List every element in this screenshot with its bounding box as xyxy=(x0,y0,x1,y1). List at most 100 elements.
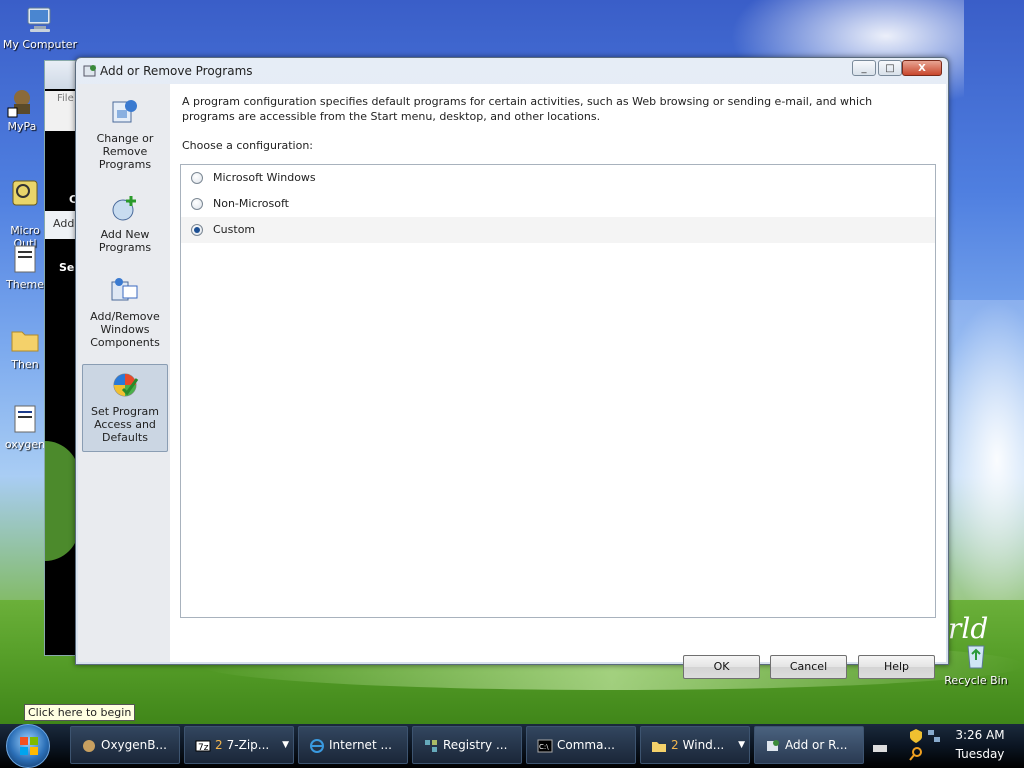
background-window-fragment: Add xyxy=(53,217,75,230)
config-option-microsoft-windows[interactable]: Microsoft Windows xyxy=(181,165,935,191)
sidebar-item-windows-components[interactable]: Add/Remove Windows Components xyxy=(82,270,168,354)
folder-icon xyxy=(652,742,666,752)
radio-button[interactable] xyxy=(191,172,203,184)
7zip-icon: 7z xyxy=(195,740,211,753)
taskbar-button-oxygen[interactable]: OxygenB... xyxy=(70,726,180,764)
taskbar-button-windows-explorer[interactable]: 2 Wind... ▼ xyxy=(640,726,750,764)
config-option-label: Custom xyxy=(213,223,256,236)
taskbar-button-7zip[interactable]: 7z 2 7-Zip... ▼ xyxy=(184,726,294,764)
taskbar-button-internet[interactable]: Internet ... xyxy=(298,726,408,764)
program-access-icon xyxy=(113,373,139,397)
content-pane: A program configuration specifies defaul… xyxy=(180,84,936,662)
registry-icon xyxy=(425,740,437,752)
minimize-icon: _ xyxy=(861,62,867,74)
ok-button[interactable]: OK xyxy=(683,655,760,679)
chevron-down-icon[interactable]: ▼ xyxy=(738,727,745,763)
sidebar-item-label: Add/Remove Windows Components xyxy=(90,310,160,349)
clock-time: 3:26 AM xyxy=(955,728,1005,742)
desktop-icon-label: Theme xyxy=(6,278,44,291)
taskbar-button-command[interactable]: C:\ Comma... xyxy=(526,726,636,764)
cancel-button[interactable]: Cancel xyxy=(770,655,847,679)
configuration-description: A program configuration specifies defaul… xyxy=(182,95,873,123)
desktop-icon-outlook[interactable]: Micro Outl xyxy=(0,164,50,250)
clock-day: Tuesday xyxy=(955,747,1005,761)
oxygen-icon xyxy=(83,740,95,752)
folder-icon xyxy=(11,331,39,352)
config-option-label: Microsoft Windows xyxy=(213,171,316,184)
desktop-icon-label: My Computer xyxy=(2,38,78,51)
desktop-icon-oxygen[interactable]: oxygen xyxy=(0,404,50,451)
taskbar-label: OxygenB... xyxy=(101,738,167,752)
window-titlebar[interactable]: Add or Remove Programs _ □ X xyxy=(76,58,948,84)
minimize-button[interactable]: _ xyxy=(852,60,876,76)
window-client-area: Change or Remove Programs Add New Progra… xyxy=(78,84,946,679)
desktop-icon-label: Then xyxy=(11,358,39,371)
close-button[interactable]: X xyxy=(902,60,942,76)
config-option-non-microsoft[interactable]: Non-Microsoft xyxy=(181,191,935,217)
taskbar-button-registry[interactable]: Registry ... xyxy=(412,726,522,764)
add-remove-programs-window: Add or Remove Programs _ □ X Change or R… xyxy=(75,57,949,679)
desktop-icon-my-computer[interactable]: My Computer xyxy=(0,4,80,51)
close-icon: X xyxy=(918,62,926,74)
change-remove-programs-icon xyxy=(112,100,137,123)
taskbar-group-count: 2 xyxy=(215,738,223,752)
recycle-bin-icon xyxy=(967,645,985,669)
background-window-fragment: Se xyxy=(59,261,75,274)
taskbar-button-add-remove[interactable]: Add or R... xyxy=(754,726,864,764)
keyboard-icon[interactable] xyxy=(872,740,888,756)
window-title: Add or Remove Programs xyxy=(100,64,253,78)
outlook-icon xyxy=(12,180,38,206)
taskbar-label: Internet ... xyxy=(329,738,392,752)
my-computer-icon xyxy=(27,7,51,32)
desktop-icon-label: oxygen xyxy=(4,438,46,451)
taskbar-label: Registry ... xyxy=(443,738,508,752)
command-prompt-icon: C:\ xyxy=(537,739,553,753)
choose-configuration-label: Choose a configuration: xyxy=(182,139,314,152)
sidebar-item-change-remove[interactable]: Change or Remove Programs xyxy=(82,92,168,176)
sidebar-item-program-access[interactable]: Set Program Access and Defaults xyxy=(82,364,168,452)
taskbar-clock[interactable]: 3:26 AM Tuesday xyxy=(950,726,1010,764)
windows-logo-icon xyxy=(20,737,38,755)
desktop-icon-label: Recycle Bin xyxy=(944,674,1008,687)
taskbar-label: 7-Zip... xyxy=(226,738,270,752)
network-icon[interactable] xyxy=(926,728,942,744)
radio-button[interactable] xyxy=(191,198,203,210)
desktop-icon-themes[interactable]: Theme xyxy=(0,244,50,291)
sidebar: Change or Remove Programs Add New Progra… xyxy=(78,84,170,662)
configuration-list: Microsoft Windows Non-Microsoft Custom xyxy=(180,164,936,618)
taskbar-label: Comma... xyxy=(557,738,615,752)
security-shield-icon[interactable] xyxy=(908,728,924,744)
svg-text:7z: 7z xyxy=(198,743,209,753)
taskbar: OxygenB... 7z 2 7-Zip... ▼ Internet ... R… xyxy=(0,724,1024,768)
sidebar-item-label: Set Program Access and Defaults xyxy=(91,405,159,444)
document-icon xyxy=(14,405,36,433)
config-option-custom[interactable]: Custom xyxy=(181,217,935,243)
background-window-image xyxy=(45,441,79,561)
taskbar-label: Add or R... xyxy=(785,738,848,752)
search-icon[interactable] xyxy=(908,746,924,762)
taskbar-label: Wind... xyxy=(682,738,725,752)
maximize-icon: □ xyxy=(885,62,895,74)
svg-text:C:\: C:\ xyxy=(539,743,549,751)
my-pictures-icon xyxy=(7,90,30,118)
start-tooltip: Click here to begin xyxy=(24,704,136,721)
sidebar-item-add-new[interactable]: Add New Programs xyxy=(82,188,168,260)
radio-button-selected[interactable] xyxy=(191,224,203,236)
config-option-label: Non-Microsoft xyxy=(213,197,289,210)
add-new-programs-icon xyxy=(112,196,136,221)
chevron-down-icon[interactable]: ▼ xyxy=(282,727,289,763)
help-button[interactable]: Help xyxy=(858,655,935,679)
background-window-fragment: File xyxy=(57,93,74,104)
windows-components-icon xyxy=(111,278,138,301)
add-remove-icon xyxy=(767,740,779,751)
desktop-icon-then[interactable]: Then xyxy=(0,324,50,371)
document-icon xyxy=(14,245,36,273)
sidebar-item-label: Change or Remove Programs xyxy=(96,132,154,171)
maximize-button[interactable]: □ xyxy=(878,60,902,76)
internet-explorer-icon xyxy=(310,739,324,753)
start-button[interactable] xyxy=(6,724,50,768)
add-remove-programs-icon xyxy=(83,65,96,77)
taskbar-group-count: 2 xyxy=(671,738,679,752)
desktop-icon-label: MyPa xyxy=(7,120,37,133)
sidebar-item-label: Add New Programs xyxy=(98,228,152,254)
